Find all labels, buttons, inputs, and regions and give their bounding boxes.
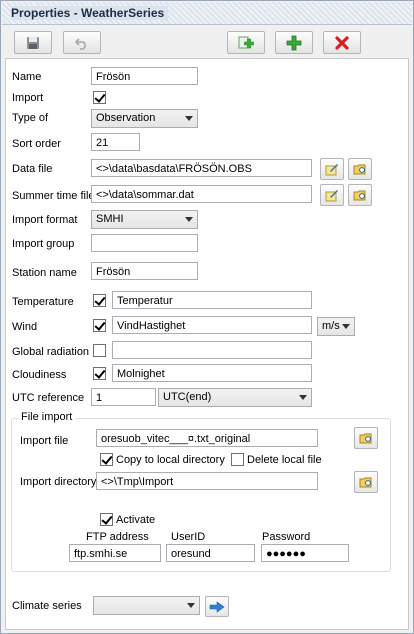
- browse-data-file-button[interactable]: [348, 158, 372, 180]
- red-x-icon: [335, 35, 349, 50]
- global-radiation-input[interactable]: [112, 341, 312, 359]
- chevron-down-icon: [299, 395, 307, 400]
- data-file-input[interactable]: <>\data\basdata\FRÖSÖN.OBS: [91, 159, 312, 177]
- import-checkbox[interactable]: [93, 91, 106, 104]
- temperature-input[interactable]: Temperatur: [112, 291, 312, 309]
- summer-time-file-input[interactable]: <>\data\sommar.dat: [91, 185, 312, 203]
- climate-series-select[interactable]: [93, 596, 200, 615]
- temperature-label: Temperature: [12, 296, 74, 308]
- browse-folder-icon: [353, 190, 366, 201]
- global-radiation-checkbox[interactable]: [93, 344, 106, 357]
- data-file-label: Data file: [12, 163, 53, 175]
- password-label: Password: [262, 531, 311, 543]
- user-id-label: UserID: [171, 531, 206, 543]
- browse-import-directory-button[interactable]: [354, 471, 378, 493]
- user-id-input[interactable]: oresund: [166, 544, 255, 562]
- browse-folder-icon: [359, 477, 372, 488]
- browse-summer-time-file-button[interactable]: [348, 184, 372, 206]
- browse-import-file-button[interactable]: [354, 427, 378, 449]
- edit-data-file-button[interactable]: [320, 158, 344, 180]
- activate-label: Activate: [116, 514, 156, 526]
- title-bar: Properties - WeatherSeries: [2, 2, 412, 25]
- utc-reference-label: UTC reference: [12, 392, 85, 404]
- window-title: Properties - WeatherSeries: [11, 6, 169, 20]
- climate-series-label: Climate series: [12, 600, 82, 612]
- import-directory-input[interactable]: <>\Tmp\Import: [96, 472, 318, 490]
- utc-mode-value: UTC(end): [163, 391, 212, 403]
- chevron-down-icon: [185, 217, 193, 222]
- copy-add-button[interactable]: [227, 31, 265, 54]
- wind-input[interactable]: VindHastighet: [112, 316, 312, 334]
- import-group-label: Import group: [12, 238, 75, 250]
- sort-order-input[interactable]: 21: [91, 133, 140, 151]
- delete-button[interactable]: [323, 31, 361, 54]
- password-input[interactable]: ●●●●●●: [261, 544, 349, 562]
- station-name-label: Station name: [12, 267, 77, 279]
- save-button[interactable]: [14, 31, 52, 54]
- arrow-right-icon: [209, 600, 225, 613]
- import-label: Import: [12, 92, 44, 104]
- chevron-down-icon: [187, 603, 195, 608]
- import-directory-label: Import directory: [20, 476, 97, 488]
- wind-label: Wind: [12, 321, 38, 333]
- import-format-value: SMHI: [96, 213, 124, 225]
- edit-pencil-icon: [325, 190, 338, 202]
- import-file-input[interactable]: oresuob_vitec___¤.txt_original: [96, 429, 318, 447]
- cloudiness-input[interactable]: Molnighet: [112, 364, 312, 382]
- import-file-label: Import file: [20, 435, 69, 447]
- utc-reference-input[interactable]: 1: [91, 388, 156, 406]
- wind-unit-select[interactable]: m/s: [317, 317, 355, 336]
- go-climate-series-button[interactable]: [205, 596, 229, 617]
- chevron-down-icon: [185, 116, 193, 121]
- file-import-group-label: File import: [18, 411, 76, 423]
- cloudiness-label: Cloudiness: [12, 369, 67, 381]
- copy-local-checkbox[interactable]: [100, 453, 113, 466]
- floppy-disk-icon: [27, 36, 39, 49]
- activate-checkbox[interactable]: [100, 513, 113, 526]
- ftp-address-label: FTP address: [86, 531, 149, 543]
- type-of-label: Type of: [12, 112, 49, 124]
- undo-button[interactable]: [63, 31, 101, 54]
- undo-icon: [75, 37, 86, 50]
- add-button[interactable]: [275, 31, 313, 54]
- browse-folder-icon: [353, 164, 366, 175]
- delete-local-label: Delete local file: [247, 454, 322, 466]
- plus-icon: [286, 35, 302, 50]
- import-format-label: Import format: [12, 214, 78, 226]
- summer-time-file-label: Summer time file: [12, 190, 95, 202]
- wind-checkbox[interactable]: [93, 319, 106, 332]
- station-name-input[interactable]: Frösön: [91, 262, 198, 280]
- import-group-input[interactable]: [91, 234, 198, 252]
- copy-add-icon: [238, 36, 254, 48]
- chevron-down-icon: [342, 324, 350, 329]
- cloudiness-checkbox[interactable]: [93, 367, 106, 380]
- edit-pencil-icon: [325, 164, 338, 176]
- type-of-value: Observation: [96, 112, 156, 124]
- import-format-select[interactable]: SMHI: [91, 210, 198, 229]
- browse-folder-icon: [359, 433, 372, 444]
- ftp-address-input[interactable]: ftp.smhi.se: [69, 544, 161, 562]
- delete-local-checkbox[interactable]: [231, 453, 244, 466]
- name-input[interactable]: Frösön: [91, 67, 198, 85]
- name-label: Name: [12, 71, 42, 83]
- type-of-select[interactable]: Observation: [91, 109, 198, 128]
- wind-unit-value: m/s: [322, 320, 340, 332]
- global-radiation-label: Global radiation: [12, 346, 90, 358]
- sort-order-label: Sort order: [12, 138, 61, 150]
- temperature-checkbox[interactable]: [93, 294, 106, 307]
- copy-local-label: Copy to local directory: [116, 454, 225, 466]
- edit-summer-time-file-button[interactable]: [320, 184, 344, 206]
- utc-mode-select[interactable]: UTC(end): [158, 388, 312, 407]
